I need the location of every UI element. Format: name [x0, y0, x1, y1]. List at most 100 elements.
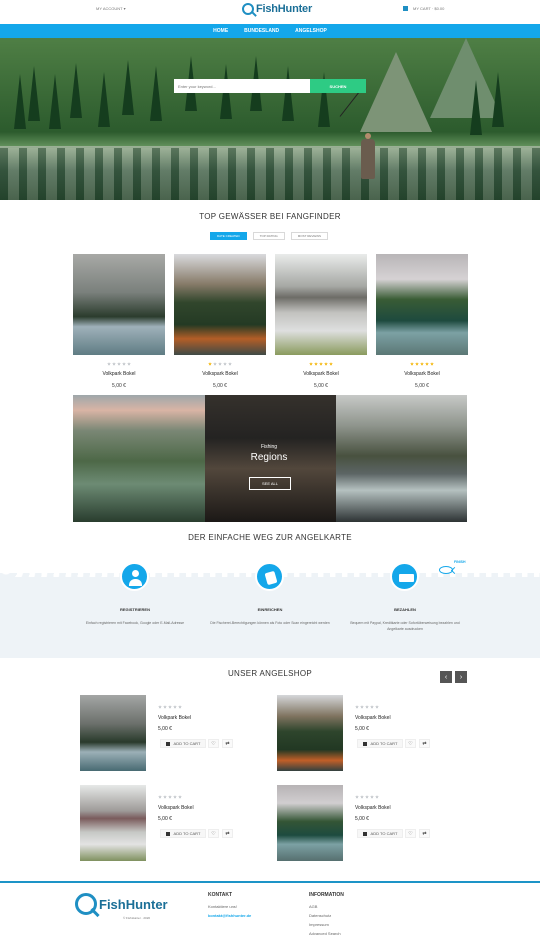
cart-icon: [362, 831, 367, 836]
fish-hook-logo-icon: [75, 893, 97, 915]
compare-shuffle-icon[interactable]: ⇄: [419, 739, 430, 748]
nav-angelshop[interactable]: ANGELSHOP: [295, 28, 327, 34]
wishlist-heart-icon[interactable]: ♡: [405, 829, 416, 838]
star-icon: [228, 362, 232, 366]
footer-link-datenschutz[interactable]: Datenschutz: [309, 913, 331, 918]
contact-email-link[interactable]: kontakt@fishhunter.de: [208, 913, 251, 918]
product-image[interactable]: [275, 254, 367, 355]
cart-link[interactable]: MY CART · $0.00: [403, 6, 444, 11]
star-icon: [158, 705, 162, 709]
product-price: 5,00 €: [314, 383, 328, 389]
main-navigation: HOME BUNDESLAND ANGELSHOP: [0, 24, 540, 38]
add-to-cart-button[interactable]: ADD TO CART: [160, 739, 206, 748]
product-card[interactable]: Volkspark Bokel 5,00 €: [275, 254, 367, 389]
shop-product-card[interactable]: Volkpark Bokel 5,00 € ADD TO CART ♡ ⇄: [80, 695, 280, 771]
tab-date-created[interactable]: DATE CREATED: [210, 232, 247, 240]
product-image[interactable]: [174, 254, 266, 355]
shop-product-rating: [158, 795, 182, 799]
product-card[interactable]: Volkspark Bokel 5,00 €: [174, 254, 266, 389]
star-icon: [324, 362, 328, 366]
regions-kicker: Fishing: [260, 444, 278, 450]
product-rating: [376, 362, 468, 367]
star-icon: [355, 705, 359, 709]
compare-shuffle-icon[interactable]: ⇄: [222, 829, 233, 838]
fish-icon: [439, 566, 453, 574]
star-icon: [173, 795, 177, 799]
shop-product-card[interactable]: Volkspark Bokel 5,00 € ADD TO CART ♡ ⇄: [277, 785, 477, 861]
step-register-text: Einfach registrieren mit Facebook, Googl…: [85, 621, 185, 625]
star-icon: [223, 362, 227, 366]
shop-product-card[interactable]: Volkspark Bokel 5,00 € ADD TO CART ♡ ⇄: [80, 785, 280, 861]
product-name[interactable]: Volkpark Bokel: [73, 371, 165, 377]
star-icon: [173, 705, 177, 709]
region-image[interactable]: [336, 395, 467, 522]
product-image[interactable]: [73, 254, 165, 355]
shop-prev-button[interactable]: ‹: [440, 671, 452, 683]
steps-title: DER EINFACHE WEG ZUR ANGELKARTE: [188, 533, 352, 542]
nav-bundesland[interactable]: BUNDESLAND: [244, 28, 279, 34]
product-card[interactable]: Volkspark Bokel 5,00 €: [376, 254, 468, 389]
product-card[interactable]: Volkpark Bokel 5,00 €: [73, 254, 165, 389]
compare-shuffle-icon[interactable]: ⇄: [222, 739, 233, 748]
see-all-button[interactable]: SEE ALL: [249, 477, 291, 490]
compare-shuffle-icon[interactable]: ⇄: [419, 829, 430, 838]
tab-top-rating[interactable]: TOP RATING: [252, 232, 285, 240]
wishlist-heart-icon[interactable]: ♡: [405, 739, 416, 748]
star-icon: [375, 705, 379, 709]
wishlist-heart-icon[interactable]: ♡: [208, 829, 219, 838]
shop-product-name[interactable]: Volkspark Bokel: [355, 805, 391, 811]
site-logo[interactable]: FishHunter: [242, 0, 312, 18]
wishlist-heart-icon[interactable]: ♡: [208, 739, 219, 748]
star-icon: [168, 795, 172, 799]
product-price: 5,00 €: [112, 383, 126, 389]
search-button[interactable]: SUCHEN: [310, 79, 366, 93]
forest-image: [150, 66, 162, 121]
shop-product-name[interactable]: Volkpark Bokel: [158, 715, 191, 721]
shop-product-image[interactable]: [277, 695, 343, 771]
footer-link-advanced-search[interactable]: Advanced Search: [309, 931, 341, 936]
shop-product-card[interactable]: Volkspark Bokel 5,00 € ADD TO CART ♡ ⇄: [277, 695, 477, 771]
star-icon: [430, 362, 434, 366]
star-icon: [107, 362, 111, 366]
star-icon: [213, 362, 217, 366]
add-to-cart-button[interactable]: ADD TO CART: [160, 829, 206, 838]
payment-card-icon: [390, 562, 419, 591]
tab-most-reviews[interactable]: MOST REVIEWS: [290, 232, 329, 240]
shop-product-image[interactable]: [80, 695, 146, 771]
star-icon: [375, 795, 379, 799]
cart-text: MY CART · $0.00: [413, 6, 445, 11]
account-menu[interactable]: MY ACCOUNT ▾: [96, 6, 126, 11]
search-input[interactable]: [174, 79, 310, 93]
add-to-cart-label: ADD TO CART: [173, 741, 201, 746]
add-to-cart-button[interactable]: ADD TO CART: [357, 739, 403, 748]
star-icon: [360, 705, 364, 709]
nav-home[interactable]: HOME: [213, 28, 228, 34]
step-pay-title: BEZAHLEN: [394, 607, 416, 612]
product-name[interactable]: Volkspark Bokel: [275, 371, 367, 377]
shop-product-rating: [158, 705, 182, 709]
product-name[interactable]: Volkspark Bokel: [174, 371, 266, 377]
add-to-cart-button[interactable]: ADD TO CART: [357, 829, 403, 838]
footer-logo[interactable]: FishHunter: [75, 893, 168, 915]
shop-product-price: 5,00 €: [355, 816, 369, 822]
shop-product-image[interactable]: [80, 785, 146, 861]
star-icon: [425, 362, 429, 366]
step-register-title: REGISTRIEREN: [119, 607, 150, 612]
product-image[interactable]: [376, 254, 468, 355]
shop-product-image[interactable]: [277, 785, 343, 861]
star-icon: [355, 795, 359, 799]
footer-link-agb[interactable]: AGB: [309, 904, 317, 909]
star-icon: [218, 362, 222, 366]
register-user-icon: [120, 562, 149, 591]
shop-product-name[interactable]: Volkspark Bokel: [355, 715, 391, 721]
step-submit-text: Die Fischerei-Berechtigungen können als …: [210, 621, 330, 625]
footer-link-impressum[interactable]: Impressum: [309, 922, 329, 927]
product-rating: [73, 362, 165, 367]
star-icon: [329, 362, 333, 366]
product-name[interactable]: Volkspark Bokel: [376, 371, 468, 377]
star-icon: [319, 362, 323, 366]
star-icon: [178, 795, 182, 799]
region-image[interactable]: [73, 395, 205, 522]
shop-product-name[interactable]: Volkspark Bokel: [158, 805, 194, 811]
shop-next-button[interactable]: ›: [455, 671, 467, 683]
